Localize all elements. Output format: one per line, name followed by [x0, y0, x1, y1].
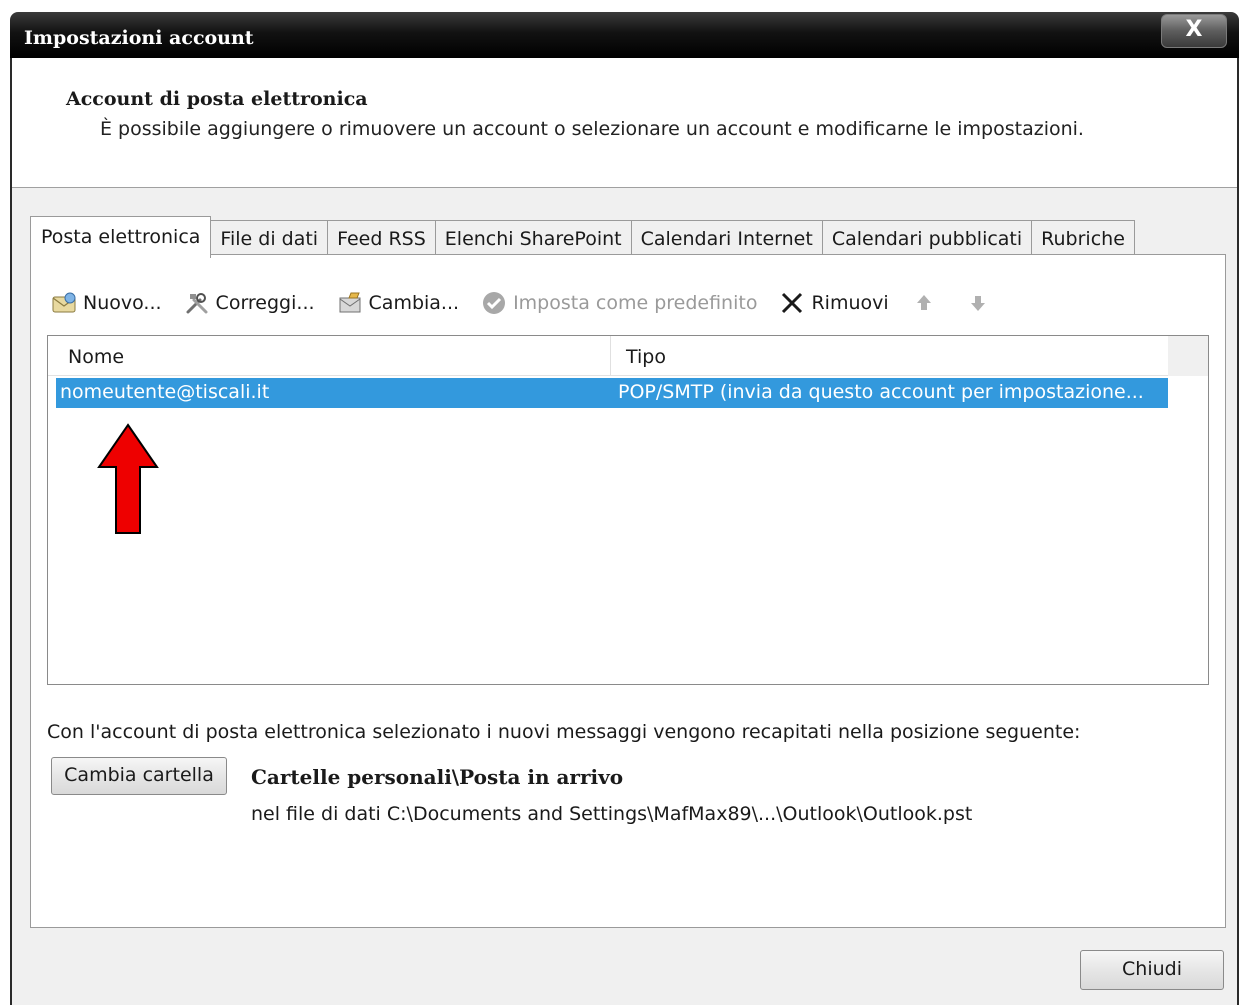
- set-default-button[interactable]: Imposta come predefinito: [481, 290, 757, 316]
- annotation-arrow-up-icon: [97, 423, 159, 534]
- check-circle-icon: [481, 290, 507, 316]
- edit-account-icon: [337, 290, 363, 316]
- header-description: È possibile aggiungere o rimuovere un ac…: [100, 118, 1084, 140]
- column-header-tipo[interactable]: Tipo: [626, 346, 666, 368]
- arrow-down-icon: [965, 290, 991, 316]
- tab-posta-elettronica[interactable]: Posta elettronica: [30, 216, 212, 258]
- change-folder-button[interactable]: Cambia cartella: [51, 757, 227, 795]
- change-account-label: Cambia...: [368, 292, 460, 314]
- accounts-list[interactable]: Nome Tipo nomeutente@tiscali.it POP/SMTP…: [47, 335, 1209, 685]
- tab-calendari-pubblicati[interactable]: Calendari pubblicati: [822, 220, 1033, 258]
- dialog-window: Account di posta elettronica È possibile…: [10, 58, 1239, 1005]
- repair-label: Correggi...: [215, 292, 315, 314]
- window-title: Impostazioni account: [24, 27, 254, 49]
- account-name: nomeutente@tiscali.it: [60, 381, 270, 403]
- arrow-up-icon: [911, 290, 937, 316]
- move-up-button[interactable]: [911, 290, 943, 316]
- remove-account-button[interactable]: Rimuovi: [779, 290, 889, 316]
- tab-file-di-dati[interactable]: File di dati: [211, 220, 329, 258]
- tab-calendari-internet[interactable]: Calendari Internet: [631, 220, 823, 258]
- change-account-button[interactable]: Cambia...: [337, 290, 460, 316]
- delivery-description: Con l'account di posta elettronica selez…: [47, 721, 1081, 743]
- column-divider[interactable]: [610, 336, 611, 376]
- tab-strip: Posta elettronica File di dati Feed RSS …: [30, 216, 1135, 258]
- set-default-label: Imposta come predefinito: [513, 292, 758, 314]
- move-down-button[interactable]: [965, 290, 997, 316]
- delivery-folder-path: nel file di dati C:\Documents and Settin…: [251, 803, 973, 825]
- remove-account-label: Rimuovi: [811, 292, 889, 314]
- title-bar: Impostazioni account X: [10, 12, 1239, 58]
- close-window-button[interactable]: X: [1161, 14, 1227, 48]
- column-header-nome[interactable]: Nome: [68, 346, 124, 368]
- tab-rubriche[interactable]: Rubriche: [1032, 220, 1135, 258]
- dialog-header: Account di posta elettronica È possibile…: [12, 58, 1237, 188]
- account-type: POP/SMTP (invia da questo account per im…: [618, 381, 1144, 403]
- accounts-toolbar: Nuovo... Correggi... Cambia... Imposta c…: [51, 287, 1019, 319]
- tab-elenchi-sharepoint[interactable]: Elenchi SharePoint: [435, 220, 632, 258]
- list-header-filler: [1168, 336, 1208, 376]
- list-item[interactable]: nomeutente@tiscali.it POP/SMTP (invia da…: [56, 378, 1168, 408]
- repair-button[interactable]: Correggi...: [184, 290, 315, 316]
- new-account-label: Nuovo...: [83, 292, 162, 314]
- delivery-folder-name: Cartelle personali\Posta in arrivo: [251, 765, 624, 789]
- envelope-icon: [51, 290, 77, 316]
- close-button[interactable]: Chiudi: [1080, 950, 1224, 990]
- header-title: Account di posta elettronica: [66, 88, 368, 110]
- list-header: Nome Tipo: [48, 336, 1168, 376]
- tab-panel-posta-elettronica: Nuovo... Correggi... Cambia... Imposta c…: [30, 254, 1226, 928]
- new-account-button[interactable]: Nuovo...: [51, 290, 162, 316]
- tools-icon: [184, 290, 210, 316]
- tab-feed-rss[interactable]: Feed RSS: [328, 220, 436, 258]
- x-icon: [779, 290, 805, 316]
